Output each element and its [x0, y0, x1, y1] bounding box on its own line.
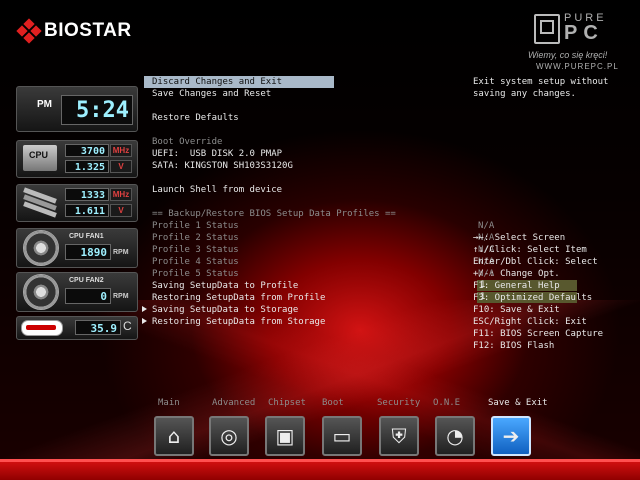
tab-save-exit[interactable]: ➔: [491, 416, 531, 456]
submenu-arrow-icon: [142, 306, 147, 312]
cpu-fan2-rpm: 0: [65, 288, 111, 304]
fan-icon: [23, 230, 59, 266]
shield-icon: ⛨: [391, 424, 407, 448]
cpu-label: CPU: [29, 150, 49, 160]
tab-security-label[interactable]: Security: [377, 398, 420, 408]
biostar-logo: BIOSTAR: [16, 18, 132, 44]
cpu-frequency-unit: MHz: [110, 144, 132, 157]
fan-icon: [23, 274, 59, 310]
profiles-section-heading: == Backup/Restore BIOS Setup Data Profil…: [152, 209, 396, 219]
cpu-chip-icon: CPU: [23, 145, 57, 171]
key-help-optimized-defaults: F3: Optimized Defaults: [473, 293, 593, 303]
watermark-tagline: Wiemy, co się kręci!: [528, 50, 608, 60]
save-exit-icon: ➔: [502, 424, 520, 448]
menu-item-discard-changes-exit[interactable]: Discard Changes and Exit: [144, 76, 334, 88]
menu-item-restore-from-profile[interactable]: Restoring SetupData from Profile: [152, 292, 325, 304]
profile-2-status-label: Profile 2 Status: [152, 233, 239, 243]
key-help-select: Enter/Dbl Click: Select: [473, 257, 598, 267]
temperature-value: 35.9: [75, 320, 121, 335]
memory-frequency: 1333: [65, 188, 109, 201]
cpu-fan2-unit: RPM: [113, 293, 129, 300]
key-help-change-opt: +/-: Change Opt.: [473, 269, 560, 279]
profile-3-status-label: Profile 3 Status: [152, 245, 239, 255]
help-description: Exit system setup without saving any cha…: [473, 77, 609, 99]
key-help-exit: ESC/Right Click: Exit: [473, 317, 587, 327]
memory-voltage-unit: V: [110, 204, 132, 217]
tab-one[interactable]: ◔: [435, 416, 475, 456]
tab-security[interactable]: ⛨: [379, 416, 419, 456]
cpu-fan1-panel: CPU FAN1 1890 RPM: [16, 228, 138, 268]
brand-name: BIOSTAR: [44, 20, 132, 41]
tab-save-exit-label[interactable]: Save & Exit: [488, 398, 548, 408]
biostar-logo-icon: [16, 18, 42, 44]
cpu-fan1-rpm: 1890: [65, 244, 111, 260]
menu-item-save-changes-reset[interactable]: Save Changes and Reset: [152, 88, 271, 100]
disc-icon: ◎: [220, 424, 238, 448]
boot-override-heading: Boot Override: [152, 137, 223, 147]
cpu-fan1-label: CPU FAN1: [69, 233, 104, 240]
menu-item-launch-shell[interactable]: Launch Shell from device: [152, 184, 282, 196]
profile-5-status-label: Profile 5 Status: [152, 269, 239, 279]
cpu-fan2-panel: CPU FAN2 0 RPM: [16, 272, 138, 312]
profile-1-status-value: N/A: [478, 221, 495, 231]
menu-item-boot-usb[interactable]: UEFI: USB DISK 2.0 PMAP: [152, 148, 282, 160]
tab-advanced[interactable]: ◎: [209, 416, 249, 456]
chip-icon: ▣: [275, 424, 295, 448]
menu-item-save-to-profile[interactable]: Saving SetupData to Profile: [152, 280, 298, 292]
cpu-voltage-unit: V: [110, 160, 132, 173]
memory-panel: 1333 MHz 1.611 V: [16, 184, 138, 222]
cpu-fan2-label: CPU FAN2: [69, 277, 104, 284]
memory-module-icon: [23, 187, 57, 218]
purepc-logo-icon: [534, 14, 560, 44]
tab-main-label[interactable]: Main: [158, 398, 180, 408]
menu-item-boot-sata[interactable]: SATA: KINGSTON SH103S3120G: [152, 160, 293, 172]
tab-advanced-label[interactable]: Advanced: [212, 398, 255, 408]
tab-chipset[interactable]: ▣: [265, 416, 305, 456]
menu-item-save-to-storage[interactable]: Saving SetupData to Storage: [152, 304, 298, 316]
temperature-panel: 35.9 C: [16, 316, 138, 340]
gauge-icon: ◔: [446, 424, 464, 448]
tab-boot[interactable]: ▭: [322, 416, 362, 456]
drive-icon: ▭: [332, 424, 352, 448]
temperature-unit: C: [123, 319, 132, 333]
profile-1-status-label: Profile 1 Status: [152, 221, 239, 231]
tab-one-label[interactable]: O.N.E: [433, 398, 460, 408]
cpu-frequency: 3700: [65, 144, 109, 157]
home-icon: ⌂: [167, 424, 181, 448]
submenu-arrow-icon: [142, 318, 147, 324]
cpu-voltage: 1.325: [65, 160, 109, 173]
cpu-panel: CPU 3700 MHz 1.325 V: [16, 140, 138, 178]
key-help-screen-capture: F11: BIOS Screen Capture: [473, 329, 604, 339]
cpu-fan1-unit: RPM: [113, 249, 129, 256]
purepc-watermark: PURE PC Wiemy, co się kręci! WWW.PUREPC.…: [528, 12, 628, 72]
key-help-save-exit: F10: Save & Exit: [473, 305, 560, 315]
key-help-select-screen: →←: Select Screen: [473, 233, 566, 243]
key-help-general-help: F1: General Help: [473, 281, 560, 291]
memory-frequency-unit: MHz: [110, 188, 132, 201]
key-help-bios-flash: F12: BIOS Flash: [473, 341, 555, 351]
tab-boot-label[interactable]: Boot: [322, 398, 344, 408]
bottom-red-bar: [0, 459, 640, 480]
watermark-word2: PC: [564, 22, 604, 44]
thermometer-icon: [21, 320, 63, 336]
watermark-url: WWW.PUREPC.PL: [536, 62, 619, 71]
memory-voltage: 1.611: [65, 204, 109, 217]
profile-4-status-label: Profile 4 Status: [152, 257, 239, 267]
clock-ampm: PM: [37, 99, 52, 110]
menu-item-restore-from-storage[interactable]: Restoring SetupData from Storage: [152, 316, 325, 328]
tab-chipset-label[interactable]: Chipset: [268, 398, 306, 408]
key-help-select-item: ↑↓/Click: Select Item: [473, 245, 587, 255]
clock-time: 5:24: [61, 95, 133, 125]
tab-main[interactable]: ⌂: [154, 416, 194, 456]
menu-item-restore-defaults[interactable]: Restore Defaults: [152, 112, 239, 124]
clock-panel: PM 5:24: [16, 86, 138, 132]
